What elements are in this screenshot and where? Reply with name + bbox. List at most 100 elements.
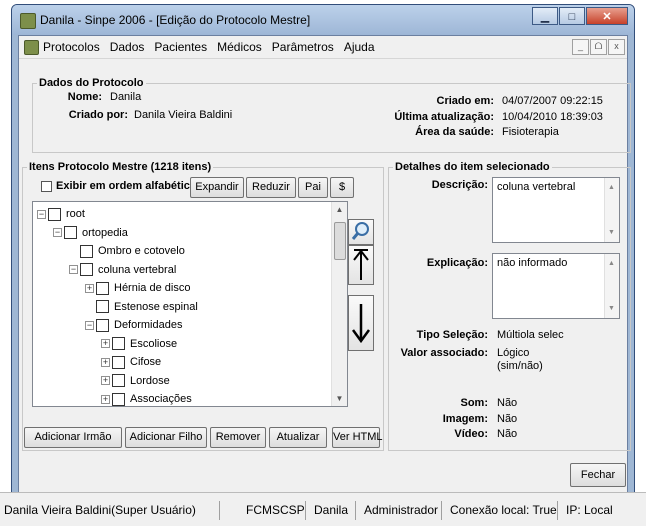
minimize-button[interactable]: ▁ [532,7,558,25]
node-checkbox[interactable] [64,226,77,239]
tree-node-label: Estenose espinal [114,300,198,313]
close-button[interactable]: Fechar [570,463,626,487]
tree-node[interactable]: − Deformidades [85,317,182,333]
tree-node[interactable]: + Cifose [101,354,161,370]
imagem-label: Imagem: [442,413,488,425]
tree-node-label: coluna vertebral [98,263,177,276]
scroll-up-icon[interactable]: ▲ [332,202,347,217]
view-html-button[interactable]: Ver HTML [332,427,383,448]
descricao-scrollbar[interactable]: ▲ ▼ [604,178,619,242]
node-checkbox[interactable] [80,244,93,258]
tree-node-label: root [66,208,85,220]
node-checkbox[interactable] [112,355,125,369]
node-checkbox[interactable] [112,337,125,350]
explicacao-textarea[interactable]: não informado ▲ ▼ [492,253,620,319]
node-checkbox[interactable] [48,207,61,221]
tree-scrollbar[interactable]: ▲ ▼ [331,202,347,406]
maximize-button[interactable]: □ [559,7,585,25]
tree-node[interactable]: − ortopedia [53,225,128,241]
node-checkbox[interactable] [96,281,109,295]
som-label: Som: [460,397,489,409]
close-window-button[interactable]: ✕ [586,7,628,25]
tree-node[interactable]: + Lordose [101,373,170,389]
menu-dados[interactable]: Dados [110,40,145,54]
move-up-button[interactable] [348,245,374,285]
menu-bar: Protocolos Dados Pacientes Médicos Parâm… [19,36,627,59]
node-checkbox[interactable] [80,263,93,276]
video-value: Não [497,428,518,440]
reduce-button[interactable]: Reduzir [246,177,296,198]
valor-associado-label: Valor associado: [400,347,488,359]
expand-node-icon[interactable]: + [101,339,110,348]
tree-node-label: Escoliose [130,337,178,350]
scroll-up-icon: ▲ [608,184,615,191]
document-icon[interactable] [24,40,39,55]
status-login: Danila [310,501,356,520]
video-label: Vídeo: [454,428,488,440]
expand-node-icon[interactable]: + [101,376,110,385]
tree-node-label: ortopedia [82,226,128,239]
tree-node[interactable]: + Hérnia de disco [85,280,190,296]
add-child-button[interactable]: Adicionar Filho [125,427,207,448]
menu-ajuda[interactable]: Ajuda [344,40,375,54]
update-button[interactable]: Atualizar [269,427,327,448]
status-bar: Danila Vieira Baldini(Super Usuário) FCM… [0,492,646,526]
title-bar: Danila - Sinpe 2006 - [Edição do Protoco… [12,5,634,35]
parent-button[interactable]: Pai [298,177,328,198]
mdi-close-button[interactable]: x [608,39,625,55]
tipo-selecao-value: Múltiola selec [497,329,564,341]
move-down-button[interactable] [348,295,374,351]
scroll-down-icon[interactable]: ▼ [332,391,347,406]
scroll-down-icon: ▼ [608,229,615,236]
tree-node[interactable]: Estenose espinal [85,299,198,315]
expand-button[interactable]: Expandir [190,177,244,198]
mdi-buttons: _ ᗝ x [571,39,625,55]
menu-pacientes[interactable]: Pacientes [154,40,207,54]
tree-node-label: Cifose [130,356,162,368]
down-arrow-icon [351,304,371,344]
tree-node[interactable]: − root [37,206,85,222]
node-checkbox[interactable] [96,300,109,313]
node-checkbox[interactable] [96,318,109,332]
valor-associado-value-1: Lógico [497,347,530,359]
tree-node[interactable]: Ombro e cotovelo [69,243,185,259]
tree-spacer [69,246,78,256]
menu-medicos[interactable]: Médicos [217,40,262,54]
tree-node[interactable]: + Associações [101,391,192,406]
explicacao-scrollbar[interactable]: ▲ ▼ [604,254,619,318]
tree-node[interactable]: + Escoliose [101,336,177,352]
descricao-textarea[interactable]: coluna vertebral ▲ ▼ [492,177,620,243]
collapse-node-icon[interactable]: − [85,320,94,330]
alphabetical-checkbox[interactable] [41,181,52,192]
collapse-node-icon[interactable]: − [37,209,46,219]
tree-node-label: Lordose [130,374,170,387]
status-db: FCMSCSP [242,501,306,520]
expand-node-icon[interactable]: + [101,394,110,404]
tree-spacer [85,302,94,311]
descricao-value: coluna vertebral [497,181,576,193]
remove-button[interactable]: Remover [210,427,266,448]
node-checkbox[interactable] [112,374,125,387]
node-checkbox[interactable] [112,392,125,406]
status-role: Administrador [360,501,442,520]
scroll-thumb[interactable] [334,222,346,260]
search-button[interactable] [348,219,374,245]
expand-node-icon[interactable]: + [101,357,110,367]
add-sibling-button[interactable]: Adicionar Irmão [24,427,122,448]
tree-node[interactable]: − coluna vertebral [69,262,176,278]
collapse-node-icon[interactable]: − [69,265,78,274]
protocol-tree[interactable]: − root − ortopedia Ombro e cotovelo − coluna v… [32,201,348,407]
mdi-restore-button[interactable]: ᗝ [590,39,607,55]
criado-por-value: Danila Vieira Baldini [134,109,233,121]
expand-node-icon[interactable]: + [85,283,94,293]
details-legend: Detalhes do item selecionado [395,161,550,173]
menu-protocolos[interactable]: Protocolos [43,40,100,54]
main-window: Danila - Sinpe 2006 - [Edição do Protoco… [11,4,635,521]
mdi-minimize-button[interactable]: _ [572,39,589,55]
menu-parametros[interactable]: Parâmetros [272,40,334,54]
descricao-label: Descrição: [431,179,488,191]
dollar-button[interactable]: $ [330,177,354,198]
collapse-node-icon[interactable]: − [53,228,62,237]
status-connection: Conexão local: True [446,501,558,520]
criado-em-label: Criado em: [436,95,494,107]
